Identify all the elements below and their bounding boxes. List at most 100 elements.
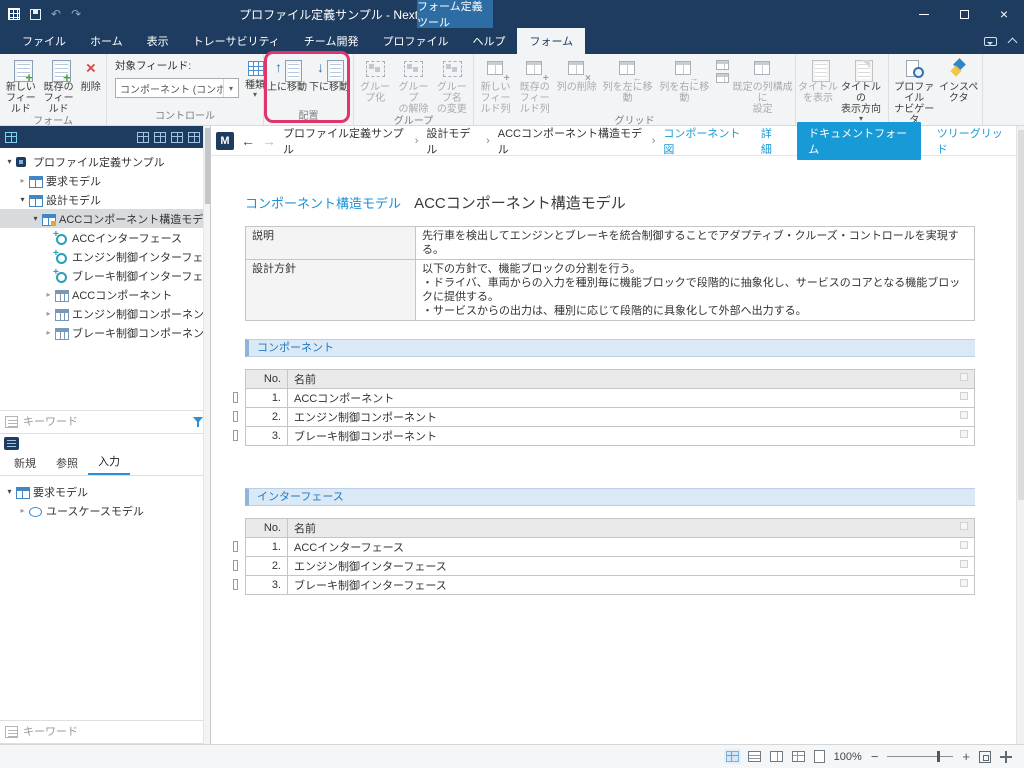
save-icon[interactable] xyxy=(30,9,41,20)
tab-home[interactable]: ホーム xyxy=(78,28,135,54)
existing-field-column-button[interactable]: 既存の フィールド列 xyxy=(515,55,554,115)
undo-icon[interactable]: ↶ xyxy=(51,8,61,20)
zoom-out-button[interactable]: − xyxy=(871,750,879,763)
tab-file[interactable]: ファイル xyxy=(10,28,78,54)
tree-item-acc-structure-model[interactable]: ACCコンポーネント構造モデル xyxy=(0,209,210,228)
cell-no[interactable]: 2. xyxy=(246,408,288,427)
breadcrumb-segment[interactable]: プロファイル定義サンプル xyxy=(283,125,407,157)
expander-icon[interactable] xyxy=(17,506,28,515)
tab-help[interactable]: ヘルプ xyxy=(460,28,517,54)
field-value[interactable]: 先行車を検出してエンジンとブレーキを統合制御することでアダプティブ・クルーズ・コ… xyxy=(416,227,975,260)
component-diagram-link[interactable]: コンポーネント図 xyxy=(663,125,744,157)
expander-icon[interactable] xyxy=(43,290,54,299)
tree-item-requirement-model[interactable]: 要求モデル xyxy=(0,171,210,190)
zoom-in-button[interactable]: + xyxy=(962,750,970,763)
model-name-label[interactable]: ACCコンポーネント構造モデル xyxy=(414,195,626,212)
title-direction-button[interactable]: タイトルの 表示方向 xyxy=(838,55,884,122)
tree-item-acc-interface[interactable]: ACCインターフェース xyxy=(0,228,210,247)
content-scrollbar[interactable] xyxy=(1016,126,1024,744)
cell-name[interactable]: ACCコンポーネント xyxy=(288,389,975,408)
cell-no[interactable]: 1. xyxy=(246,389,288,408)
row-drag-handle[interactable] xyxy=(233,541,238,552)
search-scope-icon[interactable] xyxy=(5,726,18,738)
tab-traceability[interactable]: トレーサビリティ xyxy=(181,28,292,54)
column-options-icon[interactable] xyxy=(960,373,968,381)
zoom-slider[interactable] xyxy=(887,751,953,762)
model-badge[interactable]: M xyxy=(216,132,234,150)
target-field-combo[interactable]: コンポーネント (コンポーネ... xyxy=(115,78,239,98)
cell-name[interactable]: ブレーキ制御インターフェース xyxy=(288,576,975,595)
tree-grid-link[interactable]: ツリーグリッド xyxy=(937,125,1008,157)
row-drag-handle[interactable] xyxy=(233,560,238,571)
grid-mini-top-button[interactable] xyxy=(716,60,729,70)
row-options-icon[interactable] xyxy=(960,541,968,549)
row-drag-handle[interactable] xyxy=(233,579,238,590)
tree-item-profile-sample[interactable]: プロファイル定義サンプル xyxy=(0,152,210,171)
column-header-no[interactable]: No. xyxy=(246,370,288,389)
detail-link[interactable]: 詳細 xyxy=(761,125,781,157)
forward-button[interactable] xyxy=(262,133,276,149)
expander-icon[interactable] xyxy=(4,487,15,496)
close-button[interactable]: × xyxy=(984,0,1024,28)
field-value[interactable]: 以下の方針で、機能ブロックの分割を行う。 ・ドライバ、車両からの入力を種別毎に機… xyxy=(416,260,975,321)
expander-icon[interactable] xyxy=(17,176,28,185)
redo-icon[interactable]: ↷ xyxy=(71,8,81,20)
existing-field-button[interactable]: 既存の フィールド xyxy=(40,55,78,115)
new-field-column-button[interactable]: 新しい フィールド列 xyxy=(476,55,515,115)
column-options-icon[interactable] xyxy=(960,522,968,530)
grid-mini-bottom-button[interactable] xyxy=(716,73,729,83)
search-scope-icon[interactable] xyxy=(5,416,18,428)
sync-selection-icon[interactable] xyxy=(171,132,183,143)
rename-group-button[interactable]: グループ名 の変更 xyxy=(433,55,471,115)
tab-new[interactable]: 新規 xyxy=(4,452,46,475)
column-header-name[interactable]: 名前 xyxy=(288,370,975,389)
collapse-all-icon[interactable] xyxy=(154,132,166,143)
fit-to-window-icon[interactable] xyxy=(979,751,991,763)
document-view-icon[interactable] xyxy=(726,751,739,762)
cell-no[interactable]: 3. xyxy=(246,576,288,595)
keyword-search-input-bottom[interactable] xyxy=(23,726,205,738)
row-options-icon[interactable] xyxy=(960,411,968,419)
group-button[interactable]: グループ化 xyxy=(356,55,394,109)
cell-name[interactable]: ブレーキ制御コンポーネント xyxy=(288,427,975,446)
row-drag-handle[interactable] xyxy=(233,411,238,422)
list-view-icon[interactable] xyxy=(748,751,761,762)
inspector-button[interactable]: インスペクタ xyxy=(937,55,980,109)
show-title-button[interactable]: タイトル を表示 xyxy=(798,55,838,109)
default-column-config-button[interactable]: 既定の列構成に 設定 xyxy=(732,55,793,115)
scrollbar-thumb[interactable] xyxy=(205,128,210,204)
cell-name[interactable]: エンジン制御コンポーネント xyxy=(288,408,975,427)
minimize-button[interactable] xyxy=(904,0,944,28)
delete-column-button[interactable]: 列の削除 xyxy=(554,55,599,109)
cell-no[interactable]: 3. xyxy=(246,427,288,446)
document-form-button[interactable]: ドキュメントフォーム xyxy=(797,122,921,160)
row-options-icon[interactable] xyxy=(960,392,968,400)
cell-name[interactable]: エンジン制御インターフェース xyxy=(288,557,975,576)
column-header-name[interactable]: 名前 xyxy=(288,519,975,538)
move-down-button[interactable]: 下に移動 xyxy=(308,55,350,109)
move-column-right-button[interactable]: 列を右に移動 xyxy=(656,55,713,109)
sidebar-scrollbar[interactable] xyxy=(203,126,210,744)
tree-item-brake-component[interactable]: ブレーキ制御コンポーネント xyxy=(0,323,210,342)
row-options-icon[interactable] xyxy=(960,579,968,587)
split-view-icon[interactable] xyxy=(770,751,783,762)
tab-team-development[interactable]: チーム開発 xyxy=(292,28,371,54)
keyword-search-input[interactable] xyxy=(23,416,187,428)
feedback-icon[interactable] xyxy=(984,37,997,46)
maximize-button[interactable] xyxy=(944,0,984,28)
tree-item-engine-component[interactable]: エンジン制御コンポーネント xyxy=(0,304,210,323)
relation-panel-icon[interactable] xyxy=(4,437,19,450)
section-header-components[interactable]: コンポーネント xyxy=(245,339,975,357)
row-options-icon[interactable] xyxy=(960,430,968,438)
tab-view[interactable]: 表示 xyxy=(135,28,181,54)
new-field-button[interactable]: 新しい フィールド xyxy=(2,55,40,115)
page-view-icon[interactable] xyxy=(814,750,825,763)
cell-no[interactable]: 2. xyxy=(246,557,288,576)
tree-item-engine-interface[interactable]: エンジン制御インターフェース xyxy=(0,247,210,266)
cell-name[interactable]: ACCインターフェース xyxy=(288,538,975,557)
tree-item-usecase-model[interactable]: ユースケースモデル xyxy=(0,501,210,520)
app-icon[interactable] xyxy=(8,8,20,20)
tree-item-brake-interface[interactable]: ブレーキ制御インターフェース xyxy=(0,266,210,285)
collapse-ribbon-icon[interactable] xyxy=(1008,38,1018,48)
delete-field-button[interactable]: 削除 xyxy=(78,55,104,109)
